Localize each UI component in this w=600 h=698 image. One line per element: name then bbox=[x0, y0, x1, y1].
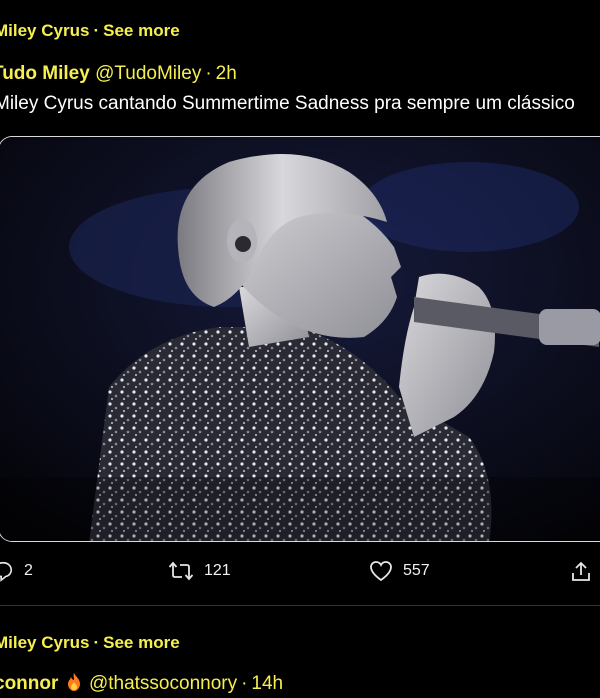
retweet-count: 121 bbox=[204, 562, 231, 579]
reply-icon bbox=[0, 560, 14, 582]
tweet-timestamp[interactable]: 2h bbox=[216, 63, 237, 84]
tweet-header: Tudo Miley @TudoMiley · 2h bbox=[0, 63, 237, 85]
tweet-author-name[interactable]: Tudo Miley bbox=[0, 63, 90, 84]
divider bbox=[0, 605, 600, 606]
like-button[interactable]: 557 bbox=[369, 560, 430, 582]
like-count: 557 bbox=[403, 562, 430, 579]
topic-name[interactable]: Miley Cyrus bbox=[0, 633, 89, 652]
retweet-icon bbox=[168, 560, 194, 582]
share-icon bbox=[569, 560, 593, 584]
tweet-timestamp[interactable]: 14h bbox=[251, 673, 283, 694]
tweet-media-video[interactable] bbox=[0, 136, 600, 542]
reply-button[interactable]: 2 bbox=[0, 560, 33, 582]
topic-line: Miley Cyrus · See more bbox=[0, 21, 180, 41]
see-more-link[interactable]: See more bbox=[103, 21, 180, 40]
tweet-text: Miley Cyrus cantando Summertime Sadness … bbox=[0, 93, 575, 114]
video-frame-illustration bbox=[0, 137, 600, 541]
separator-dot: · bbox=[93, 633, 100, 652]
reply-count: 2 bbox=[24, 562, 33, 579]
heart-icon bbox=[369, 560, 393, 582]
tweet-author-name[interactable]: connor bbox=[0, 673, 58, 694]
tweet-actions: 2 121 557 bbox=[0, 560, 600, 594]
topic-name[interactable]: Miley Cyrus bbox=[0, 21, 89, 40]
share-button[interactable] bbox=[569, 560, 593, 584]
topic-line: Miley Cyrus · See more bbox=[0, 633, 180, 653]
see-more-link[interactable]: See more bbox=[103, 633, 180, 652]
fire-emoji-icon bbox=[64, 672, 84, 692]
next-tweet-header: connor @thatssoconnory · 14h bbox=[0, 672, 283, 695]
separator-dot: · bbox=[241, 673, 248, 694]
retweet-button[interactable]: 121 bbox=[168, 560, 231, 582]
tweet-author-handle[interactable]: @thatssoconnory bbox=[89, 673, 237, 694]
tweet-author-handle[interactable]: @TudoMiley bbox=[95, 63, 201, 84]
separator-dot: · bbox=[93, 21, 100, 40]
separator-dot: · bbox=[205, 63, 212, 84]
